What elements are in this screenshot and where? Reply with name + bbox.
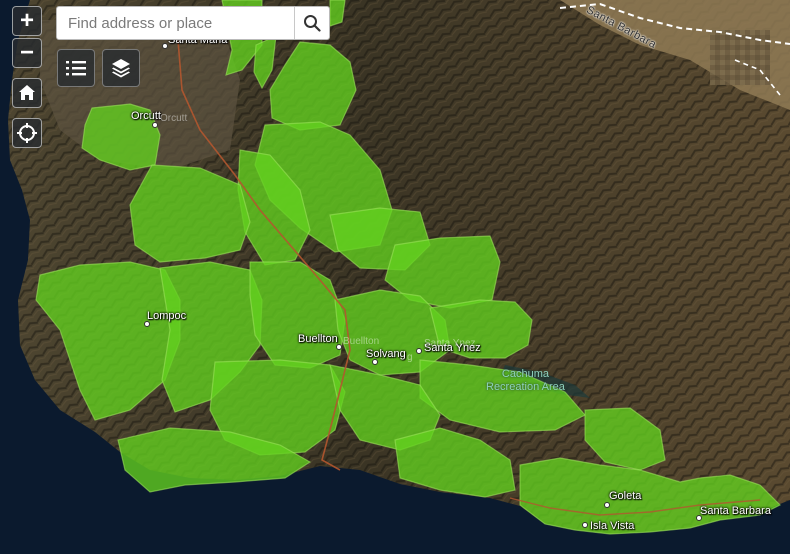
- search-button[interactable]: [294, 7, 329, 39]
- solvang-faint-label: g: [407, 352, 413, 363]
- zoom-in-button[interactable]: +: [12, 6, 42, 36]
- home-button[interactable]: [12, 78, 42, 108]
- santa-ynez-faint-label: Santa Ynez: [424, 338, 476, 349]
- cachuma-line1: Cachuma: [501, 368, 549, 380]
- isla-vista-dot: [582, 522, 588, 528]
- legend-button[interactable]: [57, 49, 95, 87]
- orcutt-dot: [152, 122, 158, 128]
- orcutt-faint-label: Orcutt: [160, 113, 188, 124]
- solvang-label: Solvang: [366, 348, 406, 360]
- zoom-out-button[interactable]: −: [12, 38, 42, 68]
- cachuma-line2: Recreation Area: [486, 381, 565, 393]
- isla-vista-label: Isla Vista: [590, 520, 635, 532]
- home-icon: [19, 85, 35, 100]
- orcutt-label: Orcutt: [131, 110, 161, 122]
- santa-barbara-label: Santa Barbara: [700, 505, 771, 517]
- lompoc-label: Lompoc: [147, 310, 187, 322]
- list-icon: [66, 61, 86, 76]
- santa-ynez-dot: [416, 348, 422, 354]
- layers-icon: [112, 59, 130, 78]
- goleta-dot: [604, 502, 610, 508]
- buellton-faint-label: Buellton: [343, 336, 380, 347]
- cachuma-label: Cachuma Recreation Area: [486, 368, 565, 394]
- search-bar: [56, 6, 330, 40]
- layers-button[interactable]: [102, 49, 140, 87]
- zoom-out-icon: −: [19, 39, 34, 66]
- zoom-in-icon: +: [19, 7, 34, 34]
- locate-icon: [17, 123, 37, 143]
- locate-button[interactable]: [12, 118, 42, 148]
- buellton-label: Buellton: [298, 333, 338, 345]
- farmland: [710, 30, 770, 85]
- goleta-label: Goleta: [609, 490, 642, 502]
- search-input[interactable]: [57, 7, 294, 39]
- search-icon: [304, 15, 321, 32]
